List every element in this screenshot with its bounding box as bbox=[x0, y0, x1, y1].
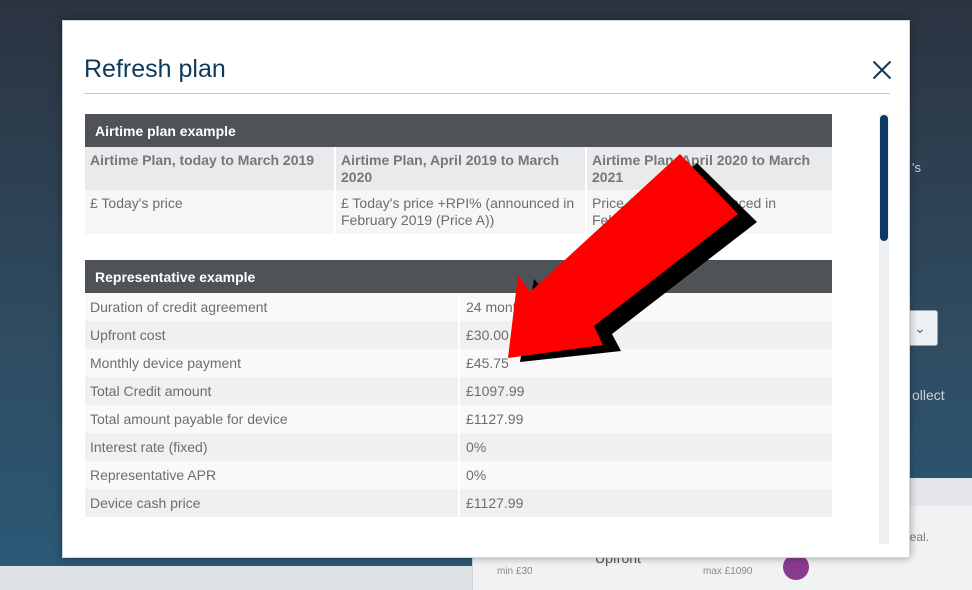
row-label: Upfront cost bbox=[85, 321, 459, 349]
chevron-down-icon: ⌄ bbox=[914, 319, 926, 336]
airtime-section-title: Airtime plan example bbox=[85, 114, 832, 147]
row-label: Interest rate (fixed) bbox=[85, 433, 459, 461]
row-value: £30.00 bbox=[458, 321, 832, 349]
row-label: Total amount payable for device bbox=[85, 405, 459, 433]
airtime-plan-table: Airtime plan example Airtime Plan, today… bbox=[85, 114, 832, 234]
representative-section-title: Representative example bbox=[85, 260, 832, 293]
row-label: Total Credit amount bbox=[85, 377, 459, 405]
refresh-plan-modal: Refresh plan Airtime plan example Airtim… bbox=[62, 20, 910, 558]
row-value: £1127.99 bbox=[458, 405, 832, 433]
row-label: Representative APR bbox=[85, 461, 459, 489]
close-icon[interactable] bbox=[869, 57, 895, 83]
row-value: £1097.99 bbox=[458, 377, 832, 405]
scrollbar-thumb[interactable] bbox=[880, 115, 888, 241]
table-row: Representative APR 0% bbox=[85, 461, 832, 489]
airtime-cell: £ Today's price +RPI% (announced in Febr… bbox=[335, 190, 587, 234]
title-divider bbox=[84, 93, 890, 94]
airtime-header: Airtime Plan, April 2020 to March 2021 bbox=[586, 147, 832, 190]
row-value: £45.75 bbox=[458, 349, 832, 377]
table-row: Total amount payable for device £1127.99 bbox=[85, 405, 832, 433]
representative-example-table: Representative example Duration of credi… bbox=[85, 260, 832, 517]
row-value: 24 months bbox=[458, 293, 832, 321]
background-text: 's bbox=[912, 160, 921, 175]
modal-content: Airtime plan example Airtime Plan, today… bbox=[85, 114, 832, 517]
table-row: Total Credit amount £1097.99 bbox=[85, 377, 832, 405]
airtime-cell: £ Today's price bbox=[85, 190, 336, 234]
card-min-label: min £30 bbox=[497, 566, 533, 577]
row-value: 0% bbox=[458, 433, 832, 461]
airtime-cell: Price A +RPI% (announced in February 202… bbox=[586, 190, 832, 234]
table-row: Device cash price £1127.99 bbox=[85, 489, 832, 517]
row-label: Device cash price bbox=[85, 489, 459, 517]
table-row: Interest rate (fixed) 0% bbox=[85, 433, 832, 461]
table-row: Monthly device payment £45.75 bbox=[85, 349, 832, 377]
table-row: Upfront cost £30.00 bbox=[85, 321, 832, 349]
airtime-header: Airtime Plan, April 2019 to March 2020 bbox=[335, 147, 587, 190]
card-max-label: max £1090 bbox=[703, 566, 753, 577]
modal-title: Refresh plan bbox=[84, 55, 226, 83]
background-text: ollect bbox=[912, 387, 945, 403]
row-label: Monthly device payment bbox=[85, 349, 459, 377]
row-value: £1127.99 bbox=[458, 489, 832, 517]
table-row: Duration of credit agreement 24 months bbox=[85, 293, 832, 321]
row-label: Duration of credit agreement bbox=[85, 293, 459, 321]
airtime-header: Airtime Plan, today to March 2019 bbox=[85, 147, 336, 190]
row-value: 0% bbox=[458, 461, 832, 489]
